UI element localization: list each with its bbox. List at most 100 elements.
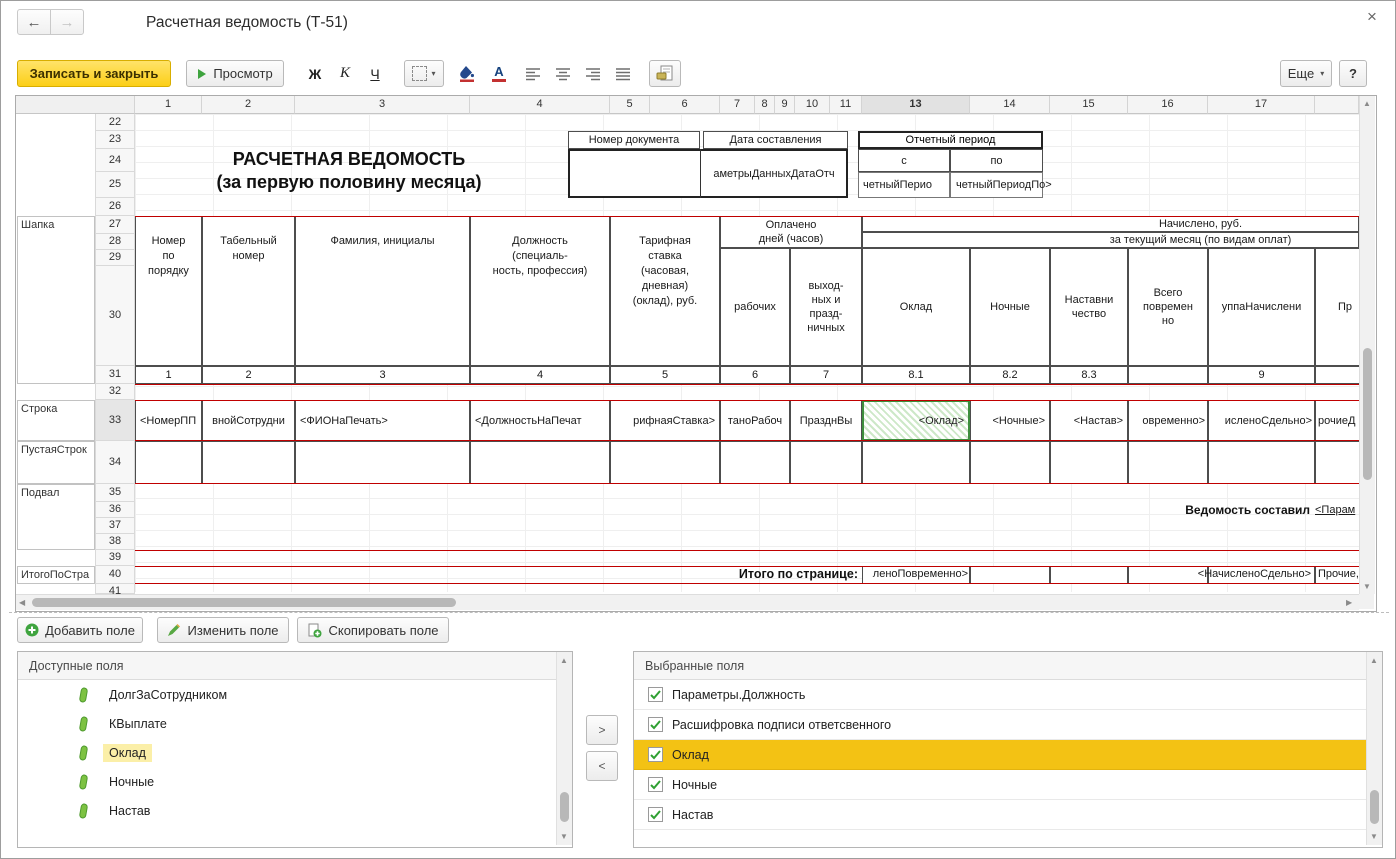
row-header-41[interactable]: 41 — [95, 584, 135, 594]
col-header-10[interactable]: 10 — [795, 96, 830, 114]
row-header-39[interactable]: 39 — [95, 550, 135, 566]
row-header-37[interactable]: 37 — [95, 518, 135, 534]
head-cell-night[interactable]: Ночные — [970, 248, 1050, 366]
list-item[interactable]: ДолгЗаСотрудником — [18, 680, 556, 709]
row-header-22[interactable]: 22 — [95, 114, 135, 131]
row34-cell[interactable] — [790, 441, 862, 484]
scroll-down-icon[interactable]: ▼ — [560, 832, 568, 842]
row33-cell-tabnum[interactable]: внойСотрудни — [202, 400, 295, 441]
row-header-27[interactable]: 27 — [95, 216, 135, 234]
row34-cell[interactable] — [610, 441, 720, 484]
head-cell-accrued-sub[interactable]: за текущий месяц (по видам оплат) — [862, 232, 1359, 248]
col-header-17[interactable]: 17 — [1208, 96, 1315, 114]
scroll-up-icon[interactable]: ▲ — [560, 656, 568, 666]
font-color-button[interactable]: A — [486, 60, 512, 87]
numbering-cell[interactable]: 5 — [610, 366, 720, 384]
col-header-3[interactable]: 3 — [295, 96, 470, 114]
row34-cell[interactable] — [720, 441, 790, 484]
selected-scrollbar[interactable]: ▲ ▼ — [1366, 652, 1382, 845]
move-to-selected-button[interactable]: > — [586, 715, 618, 745]
numbering-cell[interactable]: 6 — [720, 366, 790, 384]
col-header-1[interactable]: 1 — [135, 96, 202, 114]
available-scrollbar[interactable]: ▲ ▼ — [556, 652, 572, 845]
row-header-40[interactable]: 40 — [95, 566, 135, 584]
doc-date-value-cell[interactable]: аметрыДанныхДатаОтч — [702, 149, 846, 198]
help-button[interactable]: ? — [1339, 60, 1367, 87]
copy-field-button[interactable]: Скопировать поле — [297, 617, 449, 643]
numbering-cell[interactable]: 2 — [202, 366, 295, 384]
row-header-25[interactable]: 25 — [95, 172, 135, 198]
scroll-down-icon[interactable]: ▼ — [1370, 832, 1378, 842]
list-item[interactable]: КВыплате — [18, 709, 556, 738]
section-header-label[interactable]: Шапка — [17, 216, 95, 384]
row-header-29[interactable]: 29 — [95, 250, 135, 266]
v-scroll-thumb[interactable] — [1363, 348, 1372, 480]
checkbox-checked-icon[interactable] — [648, 807, 663, 822]
head-cell-position[interactable]: Должность (специаль- ность, профессия) — [470, 216, 610, 366]
form-title-line1[interactable]: РАСЧЕТНАЯ ВЕДОМОСТЬ — [135, 149, 563, 172]
list-item[interactable]: Настав — [634, 800, 1366, 830]
period-from-value-cell[interactable]: четныйПерио — [858, 172, 950, 198]
row-header-26[interactable]: 26 — [95, 198, 135, 216]
preview-button[interactable]: Просмотр — [186, 60, 284, 87]
section-page-total-label[interactable]: ИтогоПоСтра — [17, 566, 95, 584]
row33-cell-workdays[interactable]: таноРабоч — [720, 400, 790, 441]
totals-label[interactable]: Итого по странице: — [466, 566, 858, 584]
head-cell-paid-group[interactable]: Оплачено дней (часов) — [720, 216, 862, 248]
row-header-35[interactable]: 35 — [95, 484, 135, 502]
col-header-2[interactable]: 2 — [202, 96, 295, 114]
checkbox-checked-icon[interactable] — [648, 747, 663, 762]
section-footer-label[interactable]: Подвал — [17, 484, 95, 550]
row33-cell-piece[interactable]: исленоСдельно> — [1208, 400, 1315, 441]
footer-made-by-label[interactable]: Ведомость составил — [866, 502, 1310, 518]
head-cell-rate[interactable]: Тарифная ставка (часовая, дневная) (окла… — [610, 216, 720, 366]
align-left-button[interactable] — [521, 60, 545, 87]
row-header-28[interactable]: 28 — [95, 234, 135, 250]
back-button[interactable]: ← — [17, 9, 51, 35]
row-header-31[interactable]: 31 — [95, 366, 135, 384]
numbering-cell[interactable]: 8.2 — [970, 366, 1050, 384]
col-header-6[interactable]: 6 — [650, 96, 720, 114]
scroll-thumb[interactable] — [1370, 790, 1379, 824]
row34-cell[interactable] — [1050, 441, 1128, 484]
numbering-cell[interactable]: 4 — [470, 366, 610, 384]
numbering-cell[interactable]: 1 — [135, 366, 202, 384]
italic-button[interactable]: К — [333, 60, 357, 87]
head-cell-salary[interactable]: Оклад — [862, 248, 970, 366]
totals-time-value[interactable]: леноПовременно> — [862, 566, 968, 584]
sheet-corner[interactable] — [16, 96, 135, 114]
list-item[interactable]: Ночные — [634, 770, 1366, 800]
totals-other-value[interactable]: Прочие, — [1318, 566, 1374, 584]
col-header-7[interactable]: 7 — [720, 96, 755, 114]
head-cell-fio[interactable]: Фамилия, инициалы — [295, 216, 470, 366]
col-header-14[interactable]: 14 — [970, 96, 1050, 114]
numbering-cell[interactable]: 8.3 — [1050, 366, 1128, 384]
col-header-11[interactable]: 11 — [830, 96, 862, 114]
row33-cell-mentor[interactable]: <Настав> — [1050, 400, 1128, 441]
scroll-up-icon[interactable]: ▲ — [1363, 99, 1371, 109]
period-to-header-cell[interactable]: по — [950, 149, 1043, 172]
row34-cell[interactable] — [1128, 441, 1208, 484]
row-header-33-selected[interactable]: 33 — [95, 400, 135, 441]
h-scrollbar[interactable]: ◀ ▶ — [16, 594, 1359, 610]
doc-number-header-cell[interactable]: Номер документа — [568, 131, 700, 149]
row33-cell-total-time[interactable]: овременно> — [1128, 400, 1208, 441]
list-item[interactable]: Параметры.Должность — [634, 680, 1366, 710]
align-center-button[interactable] — [551, 60, 575, 87]
list-item[interactable]: Ночные — [18, 767, 556, 796]
scroll-right-icon[interactable]: ▶ — [1346, 598, 1352, 608]
form-title-line2[interactable]: (за первую половину месяца) — [135, 172, 563, 196]
col-header-9[interactable]: 9 — [775, 96, 795, 114]
checkbox-checked-icon[interactable] — [648, 777, 663, 792]
align-justify-button[interactable] — [611, 60, 635, 87]
row34-cell[interactable] — [135, 441, 202, 484]
checkbox-checked-icon[interactable] — [648, 687, 663, 702]
move-to-available-button[interactable]: < — [586, 751, 618, 781]
col-header-5[interactable]: 5 — [610, 96, 650, 114]
head-cell-total-time[interactable]: Всего повремен но — [1128, 248, 1208, 366]
numbering-cell[interactable]: 7 — [790, 366, 862, 384]
row-header-34[interactable]: 34 — [95, 441, 135, 484]
numbering-cell[interactable] — [1128, 366, 1208, 384]
close-icon[interactable]: × — [1367, 7, 1377, 27]
row33-cell-night[interactable]: <Ночные> — [970, 400, 1050, 441]
